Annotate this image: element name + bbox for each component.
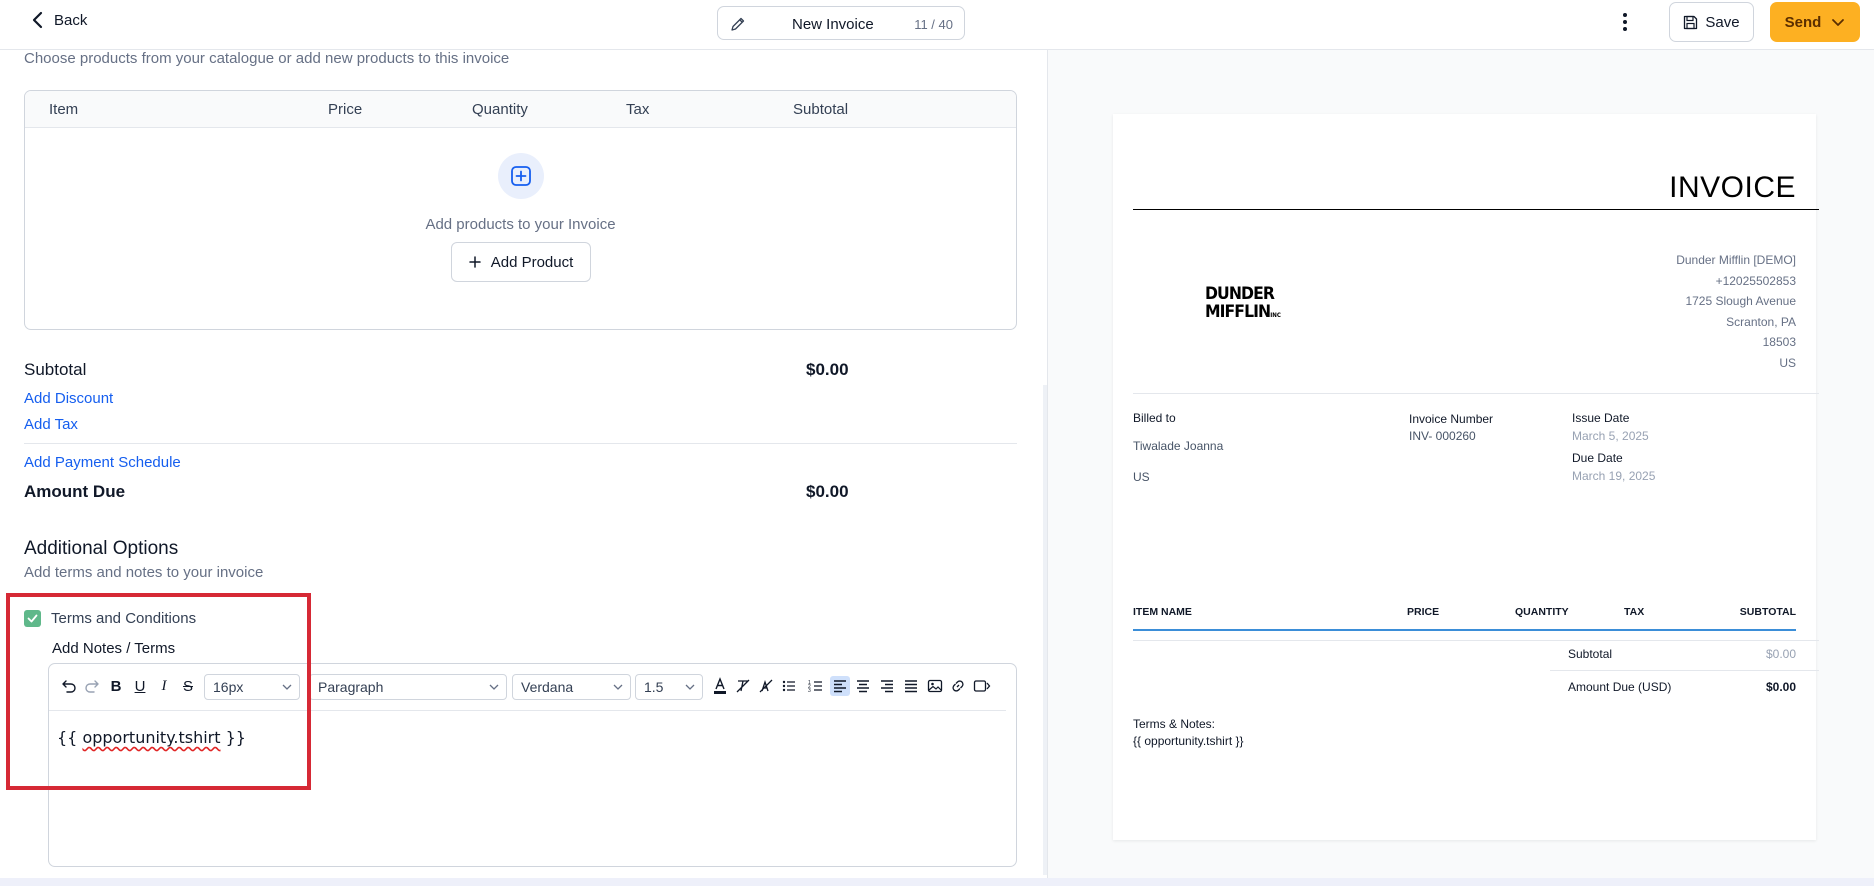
due-date: March 19, 2025: [1572, 469, 1656, 483]
preview-col-quantity: QUANTITY: [1515, 606, 1569, 618]
char-count: 11 / 40: [914, 17, 953, 32]
products-table: Item Price Quantity Tax Subtotal Add pro…: [24, 90, 1017, 330]
subtotal-label: Subtotal: [24, 360, 87, 379]
issue-date-label: Issue Date: [1572, 411, 1630, 425]
highlight-icon[interactable]: [756, 676, 776, 696]
block-format-value: Paragraph: [318, 679, 384, 695]
amount-due-value: $0.00: [806, 482, 849, 501]
insert-link-icon[interactable]: [948, 676, 968, 696]
company-city: Scranton, PA: [1726, 315, 1796, 329]
invoice-number: INV- 000260: [1409, 429, 1476, 443]
add-product-label: Add Product: [490, 253, 574, 271]
preview-col-tax: TAX: [1624, 606, 1645, 618]
numbered-list-icon[interactable]: 123: [806, 676, 826, 696]
column-tax: Tax: [626, 101, 650, 118]
back-label: Back: [54, 11, 88, 29]
svg-text:3: 3: [808, 688, 811, 694]
bottom-strip: [0, 878, 1874, 886]
add-product-button[interactable]: Add Product: [451, 242, 591, 282]
invoice-preview-document: INVOICE DUNDER MIFFLININC Dunder Mifflin…: [1113, 114, 1819, 840]
company-street: 1725 Slough Avenue: [1685, 294, 1796, 308]
custom-values-icon[interactable]: [972, 676, 992, 696]
floppy-disk-icon: [1684, 15, 1698, 29]
column-quantity: Quantity: [472, 101, 528, 118]
issue-date: March 5, 2025: [1572, 429, 1649, 443]
empty-products-text: Add products to your Invoice: [425, 216, 616, 233]
add-tax-link[interactable]: Add Tax: [24, 416, 78, 433]
column-price: Price: [328, 101, 363, 118]
invoice-heading: INVOICE: [1669, 171, 1796, 204]
preview-row-rule: [1133, 640, 1819, 641]
send-label: Send: [1784, 13, 1822, 31]
align-left-icon[interactable]: [830, 676, 850, 696]
chevron-down-icon: [613, 684, 623, 690]
company-phone: +12025502853: [1715, 274, 1796, 288]
bullet-list-icon[interactable]: [779, 676, 799, 696]
preview-col-subtotal: SUBTOTAL: [1739, 606, 1796, 618]
totals-divider: [24, 443, 1017, 444]
header-divider: [1133, 393, 1819, 394]
block-format-select[interactable]: Paragraph: [309, 674, 507, 700]
company-logo: DUNDER MIFFLININC: [1205, 284, 1281, 322]
subtotal-value: $0.00: [806, 360, 849, 379]
due-date-label: Due Date: [1572, 451, 1623, 465]
align-center-icon[interactable]: [853, 676, 873, 696]
save-button[interactable]: Save: [1669, 2, 1754, 42]
chevron-down-icon: [489, 684, 499, 690]
billed-country: US: [1133, 470, 1150, 484]
column-item: Item: [49, 101, 79, 118]
products-table-header: Item Price Quantity Tax Subtotal: [25, 91, 1016, 128]
additional-options-title: Additional Options: [24, 538, 179, 559]
line-height-select[interactable]: 1.5: [635, 674, 703, 700]
company-zip: 18503: [1762, 335, 1796, 349]
preview-amount-due-label: Amount Due (USD): [1568, 680, 1672, 694]
invoice-editor-pane: Choose products from your catalogue or a…: [0, 50, 1047, 886]
company-country: US: [1779, 356, 1796, 370]
chevron-left-icon: [32, 11, 43, 29]
preview-subtotal-value: $0.00: [1765, 647, 1796, 661]
align-justify-icon[interactable]: [901, 676, 921, 696]
chevron-down-icon: [685, 684, 695, 690]
products-subtitle: Choose products from your catalogue or a…: [24, 50, 510, 67]
invoice-number-label: Invoice Number: [1409, 412, 1494, 426]
preview-table-rule: [1133, 629, 1796, 631]
clear-format-icon[interactable]: [733, 676, 753, 696]
insert-image-icon[interactable]: [925, 676, 945, 696]
preview-col-item: ITEM NAME: [1133, 606, 1192, 618]
highlight-annotation: [6, 593, 311, 790]
preview-amount-due-value: $0.00: [1765, 680, 1796, 694]
column-subtotal: Subtotal: [793, 101, 849, 118]
company-name: Dunder Mifflin [DEMO]: [1676, 253, 1796, 267]
amount-due-label: Amount Due: [24, 482, 126, 501]
more-options-icon[interactable]: [1615, 10, 1635, 34]
save-label: Save: [1705, 13, 1740, 31]
top-bar: Back New Invoice 11 / 40 Save Send: [0, 0, 1874, 50]
pencil-icon: [731, 17, 745, 31]
invoice-title-field[interactable]: New Invoice 11 / 40: [717, 6, 965, 40]
preview-terms-value: {{ opportunity.tshirt }}: [1133, 734, 1244, 748]
preview-terms-label: Terms & Notes:: [1133, 717, 1216, 731]
invoice-preview-pane: INVOICE DUNDER MIFFLININC Dunder Mifflin…: [1047, 50, 1874, 886]
billed-to-label: Billed to: [1133, 411, 1176, 425]
preview-col-price: PRICE: [1407, 606, 1440, 618]
align-right-icon[interactable]: [877, 676, 897, 696]
add-payment-schedule-link[interactable]: Add Payment Schedule: [24, 454, 181, 471]
font-family-value: Verdana: [521, 679, 574, 695]
line-height-value: 1.5: [644, 679, 664, 695]
invoice-title: New Invoice: [792, 16, 874, 33]
text-color-icon[interactable]: [710, 676, 730, 696]
preview-subtotal-label: Subtotal: [1568, 647, 1613, 661]
chevron-down-icon: [1832, 19, 1845, 26]
plus-icon: [468, 256, 481, 268]
preview-total-divider: [1550, 670, 1819, 671]
send-button[interactable]: Send: [1770, 2, 1860, 42]
heading-rule: [1133, 209, 1819, 210]
back-button[interactable]: Back: [30, 8, 87, 32]
billed-name: Tiwalade Joanna: [1133, 439, 1224, 453]
additional-options-subtitle: Add terms and notes to your invoice: [24, 564, 264, 581]
add-discount-link[interactable]: Add Discount: [24, 390, 113, 407]
add-product-icon[interactable]: [498, 153, 544, 199]
font-family-select[interactable]: Verdana: [512, 674, 631, 700]
